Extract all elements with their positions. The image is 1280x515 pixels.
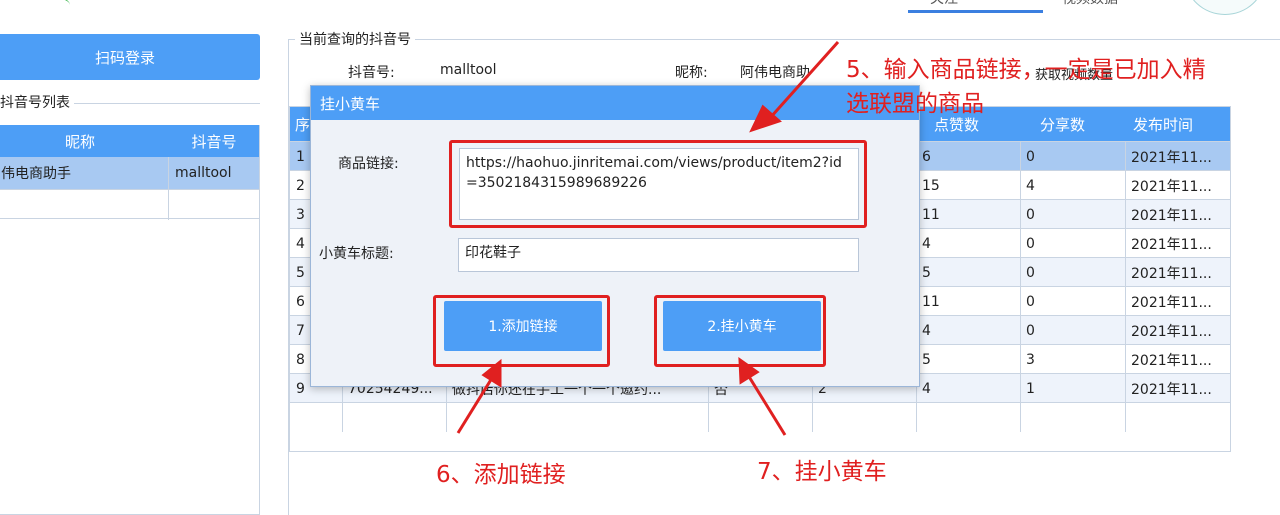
shares-cell: 0 bbox=[1026, 322, 1035, 339]
publish-time-cell: 2021年11... bbox=[1131, 294, 1212, 311]
column-divider bbox=[1020, 403, 1021, 432]
cart-title-label: 小黄车标题: bbox=[319, 246, 394, 262]
shares-cell: 0 bbox=[1026, 235, 1035, 252]
column-divider bbox=[708, 403, 709, 432]
publish-time-cell: 2021年11... bbox=[1131, 381, 1212, 398]
publish-time-cell: 2021年11... bbox=[1131, 352, 1212, 369]
hang-cart-dialog: 挂小黄车 商品链接: https://haohuo.jinritemai.com… bbox=[310, 85, 920, 387]
publish-time-cell: 2021年11... bbox=[1131, 236, 1212, 253]
column-header-nickname[interactable]: 昵称 bbox=[0, 125, 169, 157]
likes-cell: 5 bbox=[922, 264, 931, 281]
nickname-label: 昵称: bbox=[675, 65, 708, 81]
column-header-publish-time[interactable]: 发布时间 bbox=[1133, 114, 1193, 135]
dialog-title: 挂小黄车 bbox=[311, 86, 919, 120]
column-header-index[interactable]: 序 bbox=[295, 114, 310, 135]
publish-time-cell: 2021年11... bbox=[1131, 323, 1212, 340]
likes-cell: 11 bbox=[922, 293, 940, 310]
shares-cell: 0 bbox=[1026, 148, 1035, 165]
likes-cell: 6 bbox=[922, 148, 931, 165]
nickname-value: 阿伟电商助 bbox=[740, 65, 810, 81]
annotation-step5-line2: 选联盟的商品 bbox=[846, 91, 984, 117]
likes-cell: 4 bbox=[922, 380, 931, 397]
tab-active-indicator bbox=[908, 10, 1043, 13]
account-list-table: 昵称 抖音号 伟电商助手 malltool bbox=[0, 125, 260, 515]
highlight-hang-cart-button bbox=[654, 295, 826, 367]
decorative-circle bbox=[1185, 0, 1265, 15]
decorative-swoosh bbox=[0, 0, 70, 20]
shares-cell: 4 bbox=[1026, 177, 1035, 194]
douyin-id-label: 抖音号: bbox=[348, 65, 395, 81]
product-link-label: 商品链接: bbox=[338, 156, 399, 172]
column-header-douyin-id[interactable]: 抖音号 bbox=[169, 125, 259, 157]
column-divider bbox=[342, 403, 343, 432]
current-account-group-label: 当前查询的抖音号 bbox=[295, 30, 415, 50]
highlight-product-link bbox=[449, 140, 867, 228]
likes-cell: 5 bbox=[922, 351, 931, 368]
publish-time-cell: 2021年11... bbox=[1131, 149, 1212, 166]
column-divider bbox=[916, 403, 917, 432]
account-list-label: 抖音号列表 bbox=[0, 93, 74, 113]
scan-login-button[interactable]: 扫码登录 bbox=[0, 34, 260, 80]
tab-follow[interactable]: 关注 bbox=[930, 0, 958, 8]
table-row[interactable] bbox=[0, 189, 259, 220]
shares-cell: 1 bbox=[1026, 380, 1035, 397]
likes-cell: 4 bbox=[922, 322, 931, 339]
likes-cell: 4 bbox=[922, 235, 931, 252]
annotation-step6: 6、添加链接 bbox=[436, 462, 566, 488]
shares-cell: 3 bbox=[1026, 351, 1035, 368]
annotation-step5-line1: 5、输入商品链接，一定是已加入精 bbox=[846, 57, 1206, 83]
highlight-add-link-button bbox=[433, 295, 610, 367]
publish-time-cell: 2021年11... bbox=[1131, 207, 1212, 224]
column-divider bbox=[446, 403, 447, 432]
table-row[interactable]: 伟电商助手 malltool bbox=[0, 157, 259, 189]
shares-cell: 0 bbox=[1026, 293, 1035, 310]
empty-cell-divider bbox=[168, 190, 169, 220]
table-row[interactable] bbox=[290, 402, 1230, 432]
column-divider bbox=[812, 403, 813, 432]
douyin-id-value: malltool bbox=[440, 62, 497, 78]
cart-title-input[interactable]: 印花鞋子 bbox=[458, 238, 859, 272]
column-header-shares[interactable]: 分享数 bbox=[1040, 114, 1085, 135]
likes-cell: 15 bbox=[922, 177, 940, 194]
account-id-cell: malltool bbox=[168, 157, 259, 189]
column-divider bbox=[1125, 403, 1126, 432]
likes-cell: 11 bbox=[922, 206, 940, 223]
account-nickname-cell: 伟电商助手 bbox=[1, 166, 71, 182]
annotation-step7: 7、挂小黄车 bbox=[757, 459, 887, 485]
shares-cell: 0 bbox=[1026, 264, 1035, 281]
publish-time-cell: 2021年11... bbox=[1131, 265, 1212, 282]
tab-video-data[interactable]: 视频数据 bbox=[1062, 0, 1118, 8]
shares-cell: 0 bbox=[1026, 206, 1035, 223]
publish-time-cell: 2021年11... bbox=[1131, 178, 1212, 195]
